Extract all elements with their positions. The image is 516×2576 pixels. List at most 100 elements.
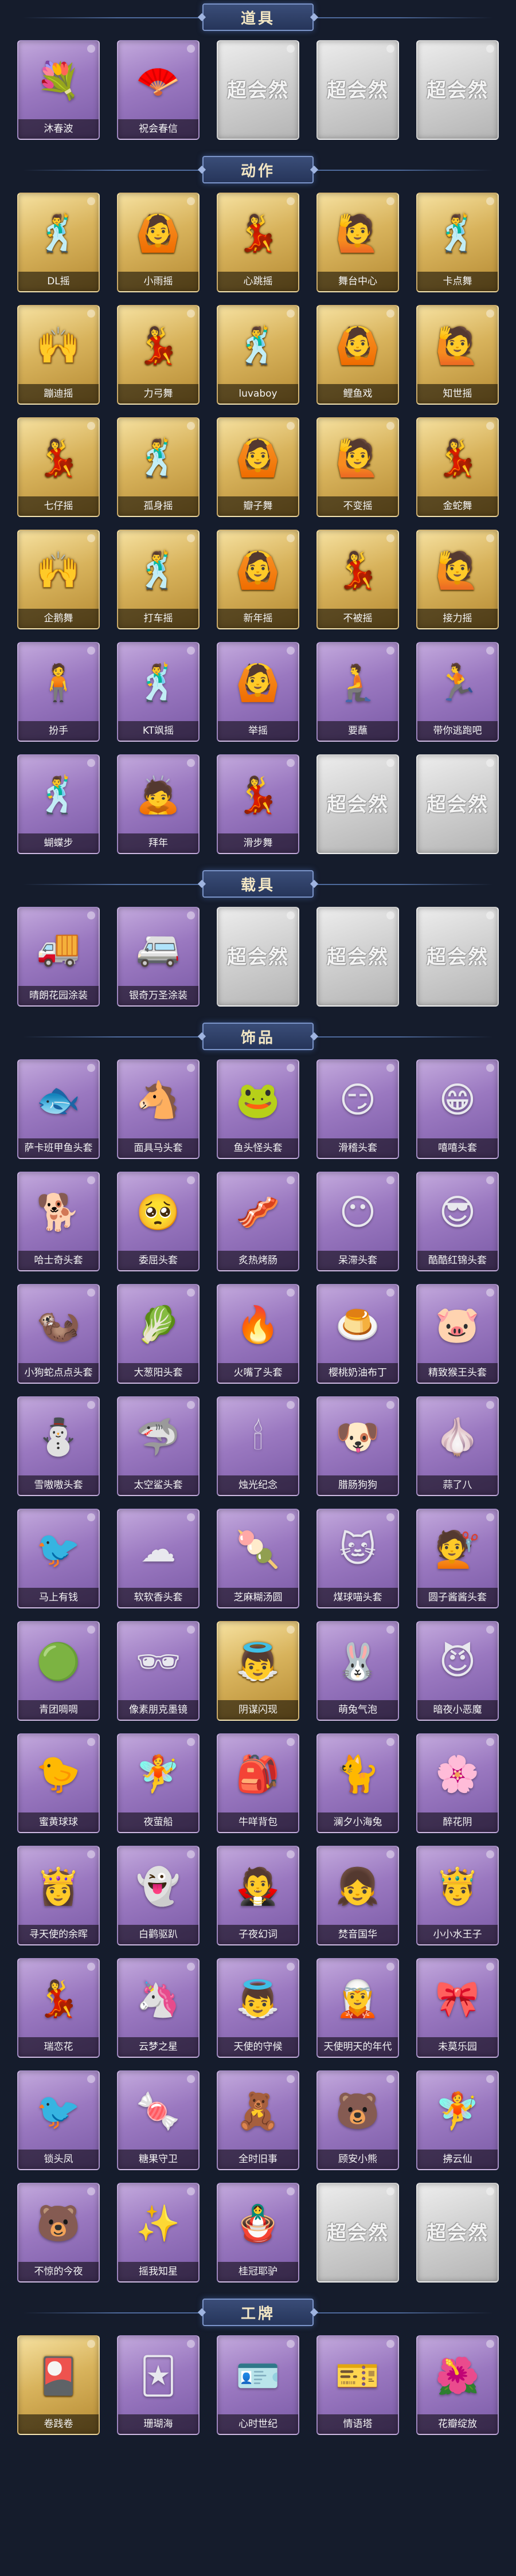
item-card[interactable]: ⛄ 雪嗷嗷头套 bbox=[17, 1396, 100, 1496]
item-card[interactable]: ✨ 摇我知星 bbox=[117, 2183, 200, 2283]
item-card[interactable]: 🕺 打车摇 bbox=[117, 530, 200, 629]
item-card[interactable]: 🕺 卡点舞 bbox=[416, 193, 499, 292]
item-card[interactable]: 🙆 瓣子舞 bbox=[217, 417, 299, 517]
item-card[interactable]: 👼 阴谋闪现 bbox=[217, 1621, 299, 1721]
item-card[interactable]: 👸 寻天使的余晖 bbox=[17, 1846, 100, 1945]
item-card[interactable]: 🥬 大葱阳头套 bbox=[117, 1284, 200, 1384]
item-card[interactable]: 🚐 银奇万圣涂装 bbox=[117, 907, 200, 1007]
item-card[interactable]: 🙋 知世摇 bbox=[416, 305, 499, 405]
item-card[interactable]: 🪭 祝会春信 bbox=[117, 40, 200, 140]
item-card[interactable]: 🐶 腊肠狗狗 bbox=[316, 1396, 399, 1496]
item-card[interactable]: 🎀 未莫乐园 bbox=[416, 1958, 499, 2058]
item-card[interactable]: 🐈 澜夕小海兔 bbox=[316, 1733, 399, 1833]
item-card[interactable]: 🙋 不变摇 bbox=[316, 417, 399, 517]
item-card[interactable]: 🐕 哈士奇头套 bbox=[17, 1172, 100, 1271]
item-card[interactable]: 💃 不被摇 bbox=[316, 530, 399, 629]
item-card[interactable]: 🙇 拜年 bbox=[117, 754, 200, 854]
item-card[interactable]: 🎫 情语塔 bbox=[316, 2335, 399, 2435]
item-card[interactable]: 超会然 bbox=[416, 754, 499, 854]
item-card[interactable]: 🙌 蹦迪摇 bbox=[17, 305, 100, 405]
item-card[interactable]: 🍮 樱桃奶油布丁 bbox=[316, 1284, 399, 1384]
item-card[interactable]: 🧄 蒜了八 bbox=[416, 1396, 499, 1496]
item-card[interactable]: 🕺 luvaboy bbox=[217, 305, 299, 405]
item-card[interactable]: 🎒 牛咩背包 bbox=[217, 1733, 299, 1833]
item-card[interactable]: 超会然 bbox=[316, 40, 399, 140]
item-card[interactable]: 超会然 bbox=[416, 907, 499, 1007]
item-card[interactable]: 🙌 企鹅舞 bbox=[17, 530, 100, 629]
item-card[interactable]: 🤴 小小水王子 bbox=[416, 1846, 499, 1945]
item-card[interactable]: 🪪 心时世纪 bbox=[217, 2335, 299, 2435]
item-card[interactable]: 🃏 珊瑚海 bbox=[117, 2335, 200, 2435]
item-card[interactable]: 超会然 bbox=[416, 2183, 499, 2283]
item-card[interactable]: 🦄 云梦之星 bbox=[117, 1958, 200, 2058]
item-card[interactable]: 🐷 精致猴王头套 bbox=[416, 1284, 499, 1384]
item-card[interactable]: 🕺 蝴蝶步 bbox=[17, 754, 100, 854]
item-card[interactable]: 💃 滑步舞 bbox=[217, 754, 299, 854]
item-card[interactable]: 🧝 天使明天的年代 bbox=[316, 1958, 399, 2058]
item-card[interactable]: 🏃 带你逃跑吧 bbox=[416, 642, 499, 742]
item-card[interactable]: 超会然 bbox=[217, 907, 299, 1007]
item-card[interactable]: 👧 焚音国华 bbox=[316, 1846, 399, 1945]
item-card[interactable]: 🥓 炙热烤肠 bbox=[217, 1172, 299, 1271]
item-card[interactable]: 🐦 马上有钱 bbox=[17, 1509, 100, 1608]
item-card[interactable]: 🙆 举摇 bbox=[217, 642, 299, 742]
item-card[interactable]: 🙆 鲤鱼戏 bbox=[316, 305, 399, 405]
item-card[interactable]: ☁ 软软香头套 bbox=[117, 1509, 200, 1608]
item-card[interactable]: 👼 天使的守候 bbox=[217, 1958, 299, 2058]
item-card[interactable]: 🥺 委屈头套 bbox=[117, 1172, 200, 1271]
item-card[interactable]: 🐟 萨卡班甲鱼头套 bbox=[17, 1059, 100, 1159]
item-card[interactable]: 🐱 煤球喵头套 bbox=[316, 1509, 399, 1608]
item-card[interactable]: 超会然 bbox=[217, 40, 299, 140]
item-card[interactable]: 🟢 青团啁啁 bbox=[17, 1621, 100, 1721]
item-card[interactable]: 🐰 萌兔气泡 bbox=[316, 1621, 399, 1721]
item-card[interactable]: 😶 呆滞头套 bbox=[316, 1172, 399, 1271]
item-card[interactable]: 🧛 子夜幻词 bbox=[217, 1846, 299, 1945]
item-card[interactable]: 🙆 新年摇 bbox=[217, 530, 299, 629]
item-card[interactable]: 🕺 DL摇 bbox=[17, 193, 100, 292]
item-card[interactable]: 💃 力弓舞 bbox=[117, 305, 200, 405]
item-card[interactable]: 🐻 顾安小熊 bbox=[316, 2070, 399, 2170]
item-card[interactable]: 💃 瑞恋花 bbox=[17, 1958, 100, 2058]
item-card[interactable]: 💃 金蛇舞 bbox=[416, 417, 499, 517]
item-card[interactable]: 🌸 醉花阴 bbox=[416, 1733, 499, 1833]
item-card[interactable]: 🧎 要蘸 bbox=[316, 642, 399, 742]
item-card[interactable]: 🎴 卷践卷 bbox=[17, 2335, 100, 2435]
item-card[interactable]: 🧸 全时旧事 bbox=[217, 2070, 299, 2170]
item-card[interactable]: 🦈 太空鲨头套 bbox=[117, 1396, 200, 1496]
item-card[interactable]: 超会然 bbox=[316, 2183, 399, 2283]
item-card[interactable]: 🔥 火嘴了头套 bbox=[217, 1284, 299, 1384]
item-card[interactable]: 🐸 鱼头怪头套 bbox=[217, 1059, 299, 1159]
item-card[interactable]: 🌺 花瓣绽放 bbox=[416, 2335, 499, 2435]
item-card[interactable]: 超会然 bbox=[316, 754, 399, 854]
item-card[interactable]: 🧚 拂云仙 bbox=[416, 2070, 499, 2170]
item-card[interactable]: 👻 白鹳驱趴 bbox=[117, 1846, 200, 1945]
item-card[interactable]: 🐴 面具马头套 bbox=[117, 1059, 200, 1159]
item-card[interactable]: 😁 嘻嘻头套 bbox=[416, 1059, 499, 1159]
item-card[interactable]: 🕺 孤身摇 bbox=[117, 417, 200, 517]
item-card[interactable]: 🍡 芝麻糊汤圆 bbox=[217, 1509, 299, 1608]
item-card[interactable]: 🕺 KT飒摇 bbox=[117, 642, 200, 742]
item-card[interactable]: 🕶 像素朋克墨镜 bbox=[117, 1621, 200, 1721]
item-card[interactable]: 🐦 锁头凤 bbox=[17, 2070, 100, 2170]
item-card[interactable]: 💇 圆子酱酱头套 bbox=[416, 1509, 499, 1608]
item-card[interactable]: 超会然 bbox=[416, 40, 499, 140]
item-card[interactable]: 💃 心跳摇 bbox=[217, 193, 299, 292]
item-card[interactable]: 🕯 烛光纪念 bbox=[217, 1396, 299, 1496]
item-card[interactable]: 🍬 糖果守卫 bbox=[117, 2070, 200, 2170]
item-card[interactable]: 🧚 夜萤船 bbox=[117, 1733, 200, 1833]
item-card[interactable]: 超会然 bbox=[316, 907, 399, 1007]
item-card[interactable]: 🧍 扮手 bbox=[17, 642, 100, 742]
item-card[interactable]: 😏 滑稽头套 bbox=[316, 1059, 399, 1159]
item-card[interactable]: 💃 七仔摇 bbox=[17, 417, 100, 517]
item-card[interactable]: 🙆 小雨摇 bbox=[117, 193, 200, 292]
item-card[interactable]: 🐤 蜜黄球球 bbox=[17, 1733, 100, 1833]
item-card[interactable]: 🦦 小狗蛇点点头套 bbox=[17, 1284, 100, 1384]
item-card[interactable]: 💐 沐春波 bbox=[17, 40, 100, 140]
item-card[interactable]: 🐻 不惊的今夜 bbox=[17, 2183, 100, 2283]
item-card[interactable]: 🚚 晴朗花园涂装 bbox=[17, 907, 100, 1007]
item-card[interactable]: 🪆 桂冠耶驴 bbox=[217, 2183, 299, 2283]
item-card[interactable]: 🙋 接力摇 bbox=[416, 530, 499, 629]
item-card[interactable]: 🙋 舞台中心 bbox=[316, 193, 399, 292]
item-card[interactable]: 😈 暗夜小恶魔 bbox=[416, 1621, 499, 1721]
item-card[interactable]: 😎 酷酷红锦头套 bbox=[416, 1172, 499, 1271]
